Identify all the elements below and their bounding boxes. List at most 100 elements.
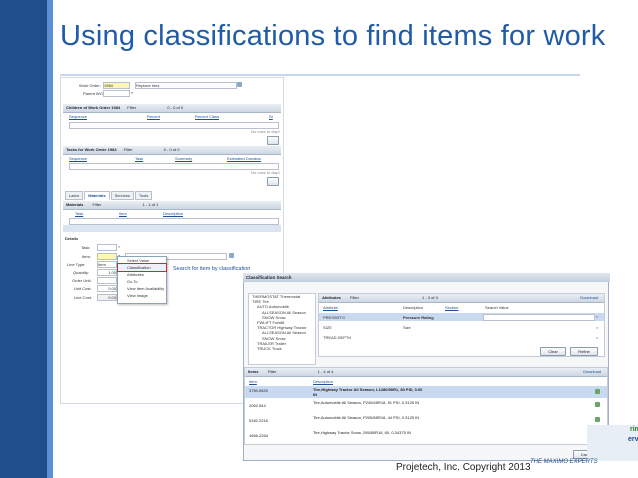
attr-lookup-icon[interactable]: ⌕ bbox=[596, 325, 598, 330]
task-lookup-icon[interactable]: ⌕ bbox=[118, 244, 120, 249]
items-table: Items Filter 1 - 4 of 4 Download Item De… bbox=[244, 367, 608, 445]
materials-pager: 1 - 1 of 1 bbox=[142, 202, 159, 207]
items-download[interactable]: Download bbox=[583, 368, 601, 376]
materials-toolbar: Materials Filter 1 - 1 of 1 bbox=[63, 201, 281, 210]
wo-desc-input[interactable]: Replace tires bbox=[135, 82, 237, 89]
quantity-input[interactable]: 1.00 bbox=[97, 269, 117, 276]
children-toolbar: Children of Work Order 1984 Filter 0 - 0… bbox=[63, 104, 281, 113]
parent-wo-input[interactable] bbox=[103, 90, 130, 97]
col-task-sequence[interactable]: Sequence bbox=[69, 156, 87, 161]
materials-header-row: Task Item Description bbox=[63, 211, 281, 216]
unitcost-label: Unit Cost: bbox=[74, 286, 92, 291]
item-row-code: 1666.2264 bbox=[249, 433, 268, 438]
col-record-class[interactable]: Record Class bbox=[195, 114, 219, 119]
col-status[interactable]: St bbox=[269, 114, 273, 119]
item-row-code: 5182.2216 bbox=[249, 418, 268, 423]
details-label: Details bbox=[65, 236, 79, 241]
attr-lookup-icon[interactable]: ⌕ bbox=[596, 335, 598, 340]
col-summary[interactable]: Summary bbox=[175, 156, 192, 161]
col-est-duration[interactable]: Estimated Duration bbox=[227, 156, 261, 161]
children-filter[interactable]: Filter bbox=[127, 105, 136, 110]
tab-services[interactable]: Services bbox=[110, 191, 134, 200]
menu-item-availability[interactable]: View Item Availability bbox=[118, 285, 166, 292]
tab-tools[interactable]: Tools bbox=[134, 191, 153, 200]
copyright-text: Projetech, Inc. Copyright 2013 bbox=[396, 462, 531, 473]
col-item-description[interactable]: Description bbox=[313, 379, 333, 384]
tasks-new-row-button[interactable] bbox=[267, 177, 279, 186]
menu-view-image[interactable]: View Image bbox=[118, 292, 166, 299]
refine-button[interactable]: Refine bbox=[570, 347, 598, 356]
col-section[interactable]: Section bbox=[445, 305, 458, 310]
orderunit-input[interactable] bbox=[97, 277, 117, 284]
tab-labor[interactable]: Labor bbox=[65, 191, 84, 200]
col-item[interactable]: Item bbox=[249, 379, 257, 384]
select-item-icon[interactable] bbox=[595, 402, 600, 407]
col-record[interactable]: Record bbox=[147, 114, 160, 119]
attributes-download[interactable]: Download bbox=[580, 294, 598, 302]
select-item-icon[interactable] bbox=[595, 417, 600, 422]
clear-button[interactable]: Clear bbox=[540, 347, 566, 356]
classification-tree: THERMOSTAT Thermostat TIRE Tire AUTO Aut… bbox=[248, 293, 316, 365]
item-row-selected[interactable] bbox=[245, 386, 607, 398]
tasks-toolbar: Tasks for Work Order 1984 Filter 0 - 0 o… bbox=[63, 146, 281, 155]
col-attribute[interactable]: Attribute bbox=[323, 305, 338, 310]
col-mat-description[interactable]: Description bbox=[163, 211, 183, 216]
col-mat-item[interactable]: Item bbox=[119, 211, 127, 216]
attr-lookup-icon[interactable]: ⌕ bbox=[596, 314, 598, 319]
menu-go-to[interactable]: Go To bbox=[118, 278, 166, 285]
children-new-row-button[interactable] bbox=[267, 136, 279, 145]
tasks-filter-row[interactable] bbox=[69, 163, 279, 170]
attr-row-desc: Pressure Rating bbox=[403, 315, 434, 320]
items-filter[interactable]: Filter bbox=[268, 369, 277, 374]
attr-row-name: PRESSRTG bbox=[323, 315, 345, 320]
task-input[interactable] bbox=[97, 244, 117, 251]
children-title: Children of Work Order 1984 bbox=[66, 105, 121, 110]
col-mat-task[interactable]: Task bbox=[75, 211, 83, 216]
col-sequence[interactable]: Sequence bbox=[69, 114, 87, 119]
item-row-code: 3750.0620 bbox=[249, 388, 268, 393]
slide-left-accent bbox=[47, 0, 53, 478]
linetype-label: Line Type: bbox=[67, 262, 86, 267]
item-row-code: 2062.544 bbox=[249, 403, 266, 408]
parent-detail-icon[interactable]: » bbox=[131, 90, 133, 95]
col-task[interactable]: Task bbox=[135, 156, 143, 161]
item-row-desc: Tire,Automobile All Season, P245/45R18, … bbox=[313, 400, 420, 405]
unitcost-input[interactable]: 0.00 bbox=[97, 285, 117, 292]
materials-selected-row[interactable] bbox=[63, 225, 281, 232]
item-longdesc-icon[interactable] bbox=[229, 253, 234, 258]
long-description-icon[interactable] bbox=[237, 82, 242, 87]
select-item-icon[interactable] bbox=[595, 389, 600, 394]
slide-title: Using classifications to find items for … bbox=[60, 20, 606, 52]
item-context-menu: Select Value Classification Attributes G… bbox=[117, 256, 167, 304]
tree-node[interactable]: TRUCK Truck bbox=[249, 346, 315, 351]
menu-select-value[interactable]: Select Value bbox=[118, 257, 166, 264]
menu-attributes[interactable]: Attributes bbox=[118, 271, 166, 278]
items-title: Items bbox=[248, 369, 259, 374]
materials-title: Materials bbox=[66, 202, 84, 207]
wo-input[interactable]: 1984 bbox=[103, 82, 130, 89]
materials-filter[interactable]: Filter bbox=[92, 202, 101, 207]
brand-tagline: THE MAXIMO EXPERTS bbox=[530, 459, 598, 465]
annotation-callout: Search for item by classification bbox=[173, 266, 251, 272]
item-input[interactable] bbox=[97, 253, 117, 260]
tasks-pager: 0 - 0 of 0 bbox=[163, 147, 180, 152]
materials-filter-row[interactable] bbox=[69, 218, 279, 225]
wo-label: Work Order: bbox=[79, 83, 101, 88]
attributes-filter[interactable]: Filter bbox=[350, 295, 359, 300]
children-filter-row[interactable] bbox=[69, 122, 279, 129]
attributes-title: Attributes bbox=[322, 295, 341, 300]
logo-text: ervice bbox=[628, 436, 638, 443]
item-label: Item: bbox=[82, 254, 91, 259]
items-pager: 1 - 4 of 4 bbox=[317, 369, 334, 374]
attr-search-value-input[interactable] bbox=[483, 314, 595, 321]
tasks-filter[interactable]: Filter bbox=[124, 147, 133, 152]
tab-materials[interactable]: Materials bbox=[84, 191, 110, 200]
children-header-row: Sequence Record Record Class St bbox=[63, 114, 281, 119]
title-divider bbox=[60, 74, 580, 76]
attr-row-name: SIZE bbox=[323, 325, 332, 330]
linetype-input[interactable]: Item bbox=[97, 261, 117, 268]
plan-tabs: Labor Materials Services Tools bbox=[65, 191, 153, 200]
classification-search-title: Classification Search bbox=[243, 273, 610, 282]
menu-classification[interactable]: Classification bbox=[117, 263, 167, 272]
attr-row-desc: Size bbox=[403, 325, 411, 330]
